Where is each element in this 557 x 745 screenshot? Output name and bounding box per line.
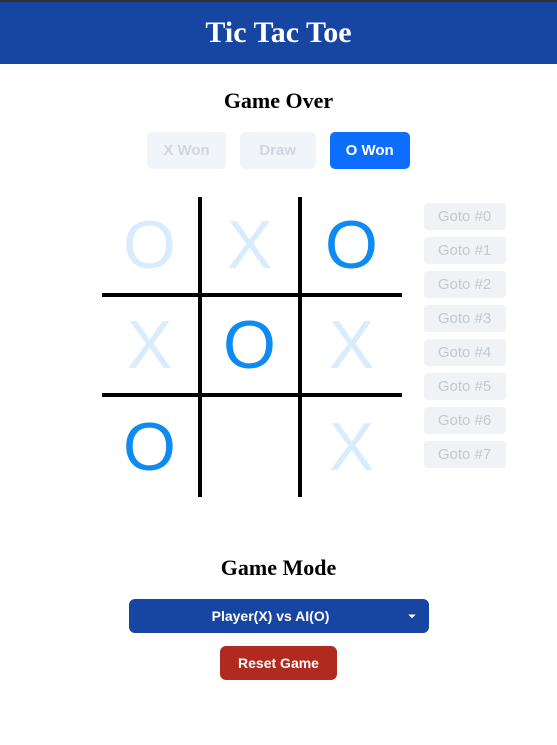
board-cell-4[interactable]: O [202,297,302,397]
game-mode-select-wrap: Player(X) vs AI(O) [0,599,557,633]
app-title: Tic Tac Toe [205,16,351,49]
board-cell-0[interactable]: O [102,197,202,297]
board-cell-7[interactable] [202,397,302,497]
history-goto-5[interactable]: Goto #5 [424,373,506,400]
history-goto-3[interactable]: Goto #3 [424,305,506,332]
history-goto-0[interactable]: Goto #0 [424,203,506,230]
board-cell-6[interactable]: O [102,397,202,497]
game-area: O X O X O X O X Goto #0 Goto #1 Goto #2 … [0,197,557,497]
board-cell-2[interactable]: O [302,197,402,297]
history-goto-2[interactable]: Goto #2 [424,271,506,298]
board-cell-3[interactable]: X [102,297,202,397]
reset-wrap: Reset Game [0,646,557,680]
game-mode-select[interactable]: Player(X) vs AI(O) [129,599,429,633]
game-mode-heading: Game Mode [0,555,557,581]
history-goto-7[interactable]: Goto #7 [424,441,506,468]
game-board: O X O X O X O X [102,197,402,497]
history-goto-6[interactable]: Goto #6 [424,407,506,434]
board-cell-8[interactable]: X [302,397,402,497]
result-x-won-button[interactable]: X Won [147,132,225,169]
game-status: Game Over [0,88,557,114]
app-header: Tic Tac Toe [0,2,557,64]
move-history: Goto #0 Goto #1 Goto #2 Goto #3 Goto #4 … [424,197,506,468]
board-cell-5[interactable]: X [302,297,402,397]
history-goto-4[interactable]: Goto #4 [424,339,506,366]
result-draw-button[interactable]: Draw [240,132,316,169]
board-cell-1[interactable]: X [202,197,302,297]
result-o-won-button[interactable]: O Won [330,132,410,169]
history-goto-1[interactable]: Goto #1 [424,237,506,264]
result-button-group: X Won Draw O Won [0,132,557,169]
reset-game-button[interactable]: Reset Game [220,646,337,680]
